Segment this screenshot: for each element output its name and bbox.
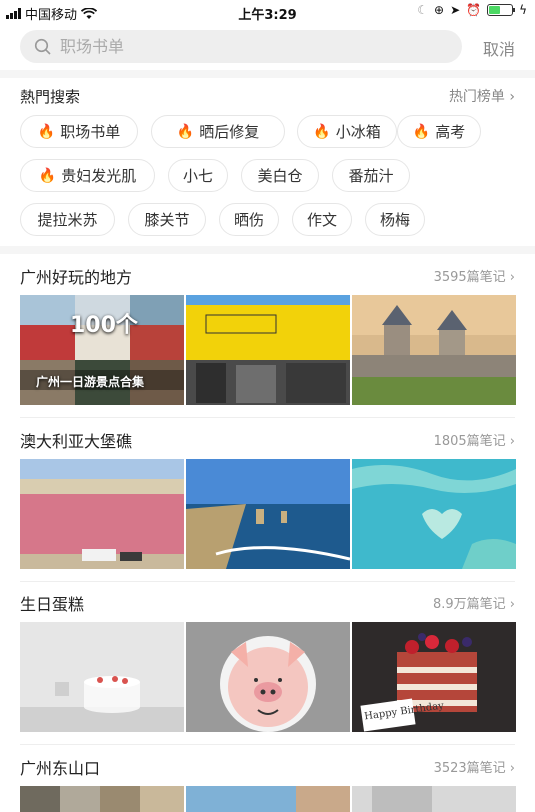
chip-label: 作文	[306, 211, 337, 229]
photo-fantasy-building[interactable]	[186, 295, 350, 405]
photo-coastline[interactable]	[186, 459, 350, 569]
charging-icon: ϟ	[519, 3, 527, 17]
hot-rank-link[interactable]: 热门榜单 ›	[449, 86, 515, 106]
topic-photos	[20, 459, 516, 569]
cancel-button[interactable]: 取消	[483, 36, 515, 60]
divider	[20, 581, 515, 582]
flame-icon: 🔥	[37, 123, 56, 140]
chevron-right-icon: ›	[509, 761, 515, 776]
hot-chip[interactable]: 小七	[168, 159, 228, 192]
chip-label: 职场书单	[60, 123, 121, 141]
hot-chip[interactable]: 美白仓	[241, 159, 319, 192]
location-icon: ➤	[450, 3, 461, 17]
photo-dongshankou-1[interactable]	[20, 786, 184, 812]
chip-label: 晒伤	[233, 211, 264, 229]
divider	[0, 70, 535, 78]
hot-chip[interactable]: 作文	[292, 203, 352, 236]
topic-count-label: 8.9万篇笔记	[432, 597, 506, 612]
flame-icon: 🔥	[313, 123, 331, 140]
photo-white-cake[interactable]	[20, 622, 184, 732]
flame-icon: 🔥	[38, 167, 57, 184]
topic-count-label: 3523篇笔记	[433, 761, 506, 776]
collage-title: 100个	[70, 313, 138, 338]
hot-rank-label: 热门榜单	[448, 89, 505, 105]
hot-chip[interactable]: 番茄汁	[332, 159, 410, 192]
photo-dongshankou-3[interactable]	[352, 786, 516, 812]
search-icon	[34, 38, 51, 55]
chip-label: 贵妇发光肌	[61, 167, 137, 185]
photo-dongshankou-2[interactable]	[186, 786, 350, 812]
chip-label: 番茄汁	[348, 167, 394, 185]
topic-photos: 100个 广州一日游景点合集	[20, 295, 516, 405]
chevron-right-icon: ›	[509, 270, 515, 285]
hot-chip[interactable]: 🔥 高考	[397, 115, 481, 148]
photo-guangzhou-collage[interactable]: 100个 广州一日游景点合集	[20, 295, 184, 405]
battery-icon	[487, 4, 516, 16]
topic-count: 8.9万篇笔记 ›	[433, 593, 515, 612]
chip-label: 小七	[182, 167, 213, 185]
hot-chip[interactable]: 🔥 小冰箱	[297, 115, 397, 148]
divider	[20, 417, 515, 418]
search-box[interactable]	[20, 30, 462, 63]
topic-count-label: 3595篇笔记	[433, 270, 506, 285]
alarm-icon: ⏰	[466, 3, 482, 17]
chip-label: 小冰箱	[335, 123, 381, 141]
photo-pig-cake[interactable]	[186, 622, 350, 732]
topic-header[interactable]: 广州好玩的地方 3595篇笔记 ›	[20, 264, 515, 287]
hot-chip[interactable]: 晒伤	[219, 203, 279, 236]
flame-icon: 🔥	[412, 123, 431, 140]
topic-header[interactable]: 生日蛋糕 8.9万篇笔记 ›	[20, 591, 515, 614]
photo-heart-reef[interactable]	[352, 459, 516, 569]
topic-count: 1805篇笔记 ›	[434, 430, 515, 449]
photo-pink-lake[interactable]	[20, 459, 184, 569]
hot-chip[interactable]: 🔥 贵妇发光肌	[20, 159, 155, 192]
photo-berry-cake[interactable]: Happy Birthday	[352, 622, 516, 732]
topic-title: 广州东山口	[20, 759, 101, 778]
search-bar: 取消	[0, 28, 535, 68]
chevron-right-icon: ›	[509, 89, 515, 105]
search-input[interactable]	[60, 37, 420, 56]
divider	[20, 744, 515, 745]
chip-label: 膝关节	[144, 211, 190, 229]
collage-subtitle: 广州一日游景点合集	[36, 375, 145, 389]
topic-title: 澳大利亚大堡礁	[20, 432, 133, 451]
orientation-lock-icon: ⊕	[434, 3, 445, 17]
hot-search-header: 熱門搜索 热门榜单 ›	[20, 86, 515, 106]
chip-label: 美白仓	[257, 167, 303, 185]
topic-photos: Happy Birthday	[20, 622, 516, 732]
divider	[0, 246, 535, 254]
status-bar: 中国移动 上午3:29 ☾ ⊕ ➤ ⏰ ϟ	[0, 0, 535, 24]
topic-photos	[20, 786, 516, 812]
moon-icon: ☾	[417, 3, 428, 17]
hot-chip[interactable]: 提拉米苏	[20, 203, 115, 236]
hot-chip[interactable]: 膝关节	[128, 203, 206, 236]
chevron-right-icon: ›	[509, 434, 515, 449]
photo-castle[interactable]	[352, 295, 516, 405]
hot-chip[interactable]: 🔥 晒后修复	[151, 115, 285, 148]
chip-label: 杨梅	[379, 211, 410, 229]
hot-chip[interactable]: 🔥 职场书单	[20, 115, 138, 148]
topic-header[interactable]: 澳大利亚大堡礁 1805篇笔记 ›	[20, 428, 515, 451]
hot-search-title: 熱門搜索	[20, 88, 81, 106]
chevron-right-icon: ›	[509, 597, 515, 612]
chip-label: 高考	[435, 123, 466, 141]
topic-header[interactable]: 广州东山口 3523篇笔记 ›	[20, 755, 515, 778]
topic-count: 3523篇笔记 ›	[434, 757, 515, 776]
topic-title: 生日蛋糕	[20, 595, 85, 614]
chip-label: 提拉米苏	[37, 211, 98, 229]
chip-label: 晒后修复	[199, 123, 260, 141]
hot-chip[interactable]: 杨梅	[365, 203, 425, 236]
topic-count-label: 1805篇笔记	[433, 434, 506, 449]
topic-count: 3595篇笔记 ›	[434, 266, 515, 285]
flame-icon: 🔥	[176, 123, 195, 140]
topic-title: 广州好玩的地方	[20, 268, 133, 287]
